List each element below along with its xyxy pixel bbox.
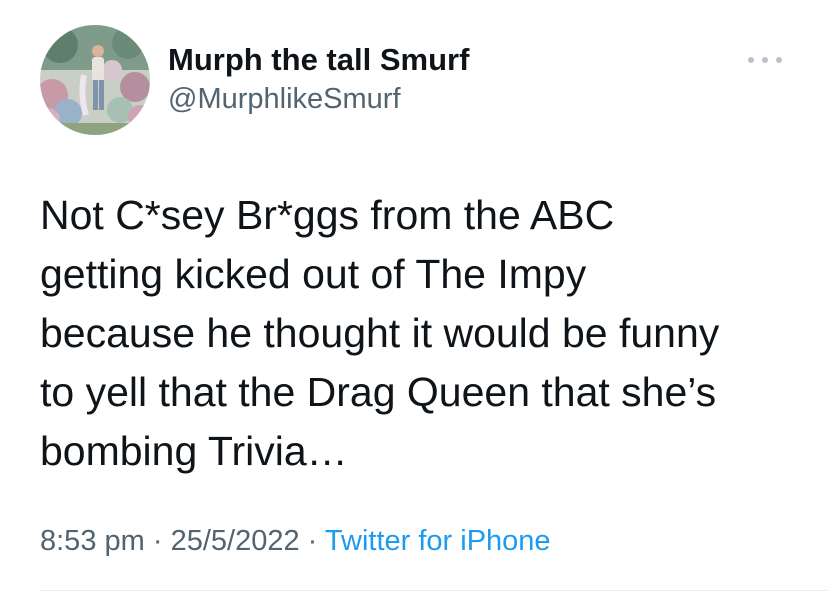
avatar[interactable] bbox=[40, 25, 150, 135]
tweet-time[interactable]: 8:53 pm bbox=[40, 525, 145, 557]
separator: · bbox=[152, 525, 163, 557]
tweet-text: Not C*sey Br*ggs from the ABC getting ki… bbox=[40, 192, 720, 474]
tweet-source-link[interactable]: Twitter for iPhone bbox=[325, 525, 551, 557]
dot-icon bbox=[748, 57, 754, 63]
author-handle[interactable]: @MurphlikeSmurf bbox=[168, 83, 401, 116]
tweet-metadata: 8:53 pm · 25/5/2022 · Twitter for iPhone bbox=[40, 525, 551, 558]
tweet-date[interactable]: 25/5/2022 bbox=[171, 525, 300, 557]
dot-icon bbox=[762, 57, 768, 63]
author-display-name[interactable]: Murph the tall Smurf bbox=[168, 42, 469, 78]
separator: · bbox=[307, 525, 318, 557]
tweet-card: Murph the tall Smurf @MurphlikeSmurf Not… bbox=[0, 0, 828, 592]
avatar-photo bbox=[40, 25, 150, 135]
dot-icon bbox=[776, 57, 782, 63]
divider bbox=[40, 590, 828, 591]
more-options-icon[interactable] bbox=[748, 50, 782, 70]
